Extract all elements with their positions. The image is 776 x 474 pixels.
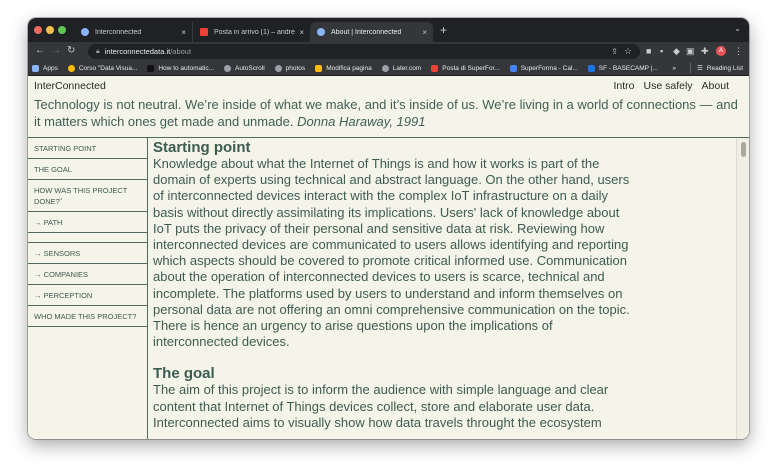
close-tab-icon[interactable]: × — [299, 28, 304, 37]
bookmark-item[interactable]: SF - BASECAMP |... — [587, 64, 658, 72]
bookmark-item[interactable]: AutoScroll — [224, 64, 265, 72]
forward-icon[interactable]: → — [51, 45, 61, 57]
main-content: Starting point Knowledge about what the … — [153, 138, 633, 439]
tab-search-icon[interactable]: ⌄ — [734, 24, 741, 33]
bookmark-star-icon[interactable]: ☆ — [624, 46, 632, 57]
site-brand-link[interactable]: InterConnected — [34, 80, 106, 92]
close-window-button[interactable] — [34, 26, 42, 34]
bookmark-favicon-icon — [315, 64, 323, 72]
globe-icon — [81, 28, 89, 36]
globe-icon — [224, 64, 232, 72]
tab-label: Interconnected — [95, 28, 142, 36]
sidebar-divider — [28, 233, 147, 243]
globe-icon — [381, 64, 389, 72]
close-tab-icon[interactable]: × — [181, 28, 186, 37]
profile-avatar[interactable]: A — [716, 46, 726, 56]
calendar-icon — [509, 64, 517, 72]
bookmarks-bar: Apps Corso "Data Visua... How to automat… — [28, 61, 749, 76]
tab-about-active[interactable]: About | Interconnected × — [310, 22, 433, 42]
bookmark-favicon-icon — [147, 64, 155, 72]
section-text-starting-point: Knowledge about what the Internet of Thi… — [153, 156, 630, 350]
reading-list-icon: ☰ — [697, 65, 703, 72]
scrollbar-thumb[interactable] — [741, 142, 746, 157]
section-text-the-goal: The aim of this project is to inform the… — [153, 382, 609, 430]
sidebar-item-who-made-this-project[interactable]: WHO MADE THIS PROJECT? — [28, 306, 147, 327]
header-quote: Technology is not neutral. We’re inside … — [34, 96, 739, 130]
browser-window: Interconnected × Posta in arrivo (1) – a… — [28, 18, 749, 439]
gmail-icon — [431, 64, 439, 72]
section-sidebar: STARTING POINT THE GOAL HOW WAS THIS PRO… — [28, 138, 148, 439]
sidebar-item-companies[interactable]: → COMPANIES — [28, 264, 147, 285]
site-nav: Intro Use safely About — [614, 80, 730, 92]
bookmark-item[interactable]: Corso "Data Visua... — [67, 64, 137, 72]
sidebar-item-the-goal[interactable]: THE GOAL — [28, 159, 147, 180]
web-page: InterConnected Intro Use safely About Te… — [28, 76, 749, 439]
site-header: InterConnected Intro Use safely About Te… — [28, 76, 749, 138]
nav-intro-link[interactable]: Intro — [614, 80, 635, 92]
close-tab-icon[interactable]: × — [422, 28, 427, 37]
globe-icon — [274, 64, 282, 72]
gmail-icon — [200, 28, 208, 36]
extension-icon[interactable]: ▪ — [660, 45, 663, 57]
more-bookmarks-button[interactable]: » — [672, 65, 676, 72]
lock-icon: 🔒︎ — [96, 47, 100, 55]
reload-icon[interactable]: ↻ — [67, 45, 75, 57]
url-path: /about — [170, 47, 192, 56]
basecamp-icon — [587, 64, 595, 72]
bookmark-item[interactable]: Modifica pagina — [315, 64, 372, 72]
nav-use-safely-link[interactable]: Use safely — [644, 80, 693, 92]
quote-author: Donna Haraway, 1991 — [297, 114, 426, 129]
sidebar-item-perception[interactable]: → PERCEPTION — [28, 285, 147, 306]
bookmark-item[interactable]: SuperForma - Cal... — [509, 64, 578, 72]
extension-icon[interactable]: ▣ — [686, 45, 695, 57]
globe-icon — [317, 28, 325, 36]
sidebar-item-starting-point[interactable]: STARTING POINT — [28, 138, 147, 159]
tab-label: About | Interconnected — [331, 28, 402, 36]
url-host: interconnectedata.it — [104, 47, 171, 56]
bookmark-item[interactable]: Apps — [32, 64, 58, 72]
page-scrollbar[interactable] — [736, 138, 749, 439]
new-tab-button[interactable]: + — [440, 23, 447, 37]
browser-toolbar: ← → ↻ 🔒︎ interconnectedata.it /about ⇪ ☆… — [28, 42, 749, 61]
section-title-starting-point: Starting point — [153, 139, 251, 156]
sidebar-item-path[interactable]: → PATH — [28, 212, 147, 233]
address-bar[interactable]: 🔒︎ interconnectedata.it /about ⇪ ☆ — [88, 44, 640, 59]
sidebar-item-sensors[interactable]: → SENSORS — [28, 243, 147, 264]
zoom-window-button[interactable] — [58, 26, 66, 34]
bookmark-item[interactable]: How to automatic... — [147, 64, 214, 72]
tab-strip: Interconnected × Posta in arrivo (1) – a… — [28, 18, 749, 42]
reading-list-button[interactable]: Reading List — [707, 65, 743, 72]
section-title-the-goal: The goal — [153, 365, 215, 383]
share-icon[interactable]: ⇪ — [611, 47, 618, 56]
back-icon[interactable]: ← — [35, 45, 45, 57]
extension-icon[interactable]: ◆ — [673, 45, 680, 57]
minimize-window-button[interactable] — [46, 26, 54, 34]
tab-label: Posta in arrivo (1) – andrea.eid... — [214, 28, 295, 36]
bookmark-item[interactable]: photos — [274, 64, 305, 72]
bookmark-item[interactable]: Later.com — [381, 64, 421, 72]
nav-about-link[interactable]: About — [702, 80, 729, 92]
bookmark-item[interactable]: Posta di SuperFor... — [431, 64, 500, 72]
tab-posta[interactable]: Posta in arrivo (1) – andrea.eid... × — [192, 22, 310, 42]
puzzle-icon[interactable]: ✚ — [701, 45, 709, 57]
sidebar-item-how-was-this-project-done[interactable]: HOW WAS THIS PROJECT DONE? ⃗ — [28, 180, 147, 212]
bookmarks-right: » ☰ Reading List — [672, 63, 743, 73]
more-menu-icon[interactable]: ⋮ — [734, 45, 743, 57]
apps-grid-icon — [32, 64, 39, 72]
divider — [690, 63, 692, 73]
extension-icon[interactable]: ■ — [646, 45, 651, 57]
tab-interconnected[interactable]: Interconnected × — [74, 22, 192, 42]
bookmark-favicon-icon — [67, 64, 75, 72]
